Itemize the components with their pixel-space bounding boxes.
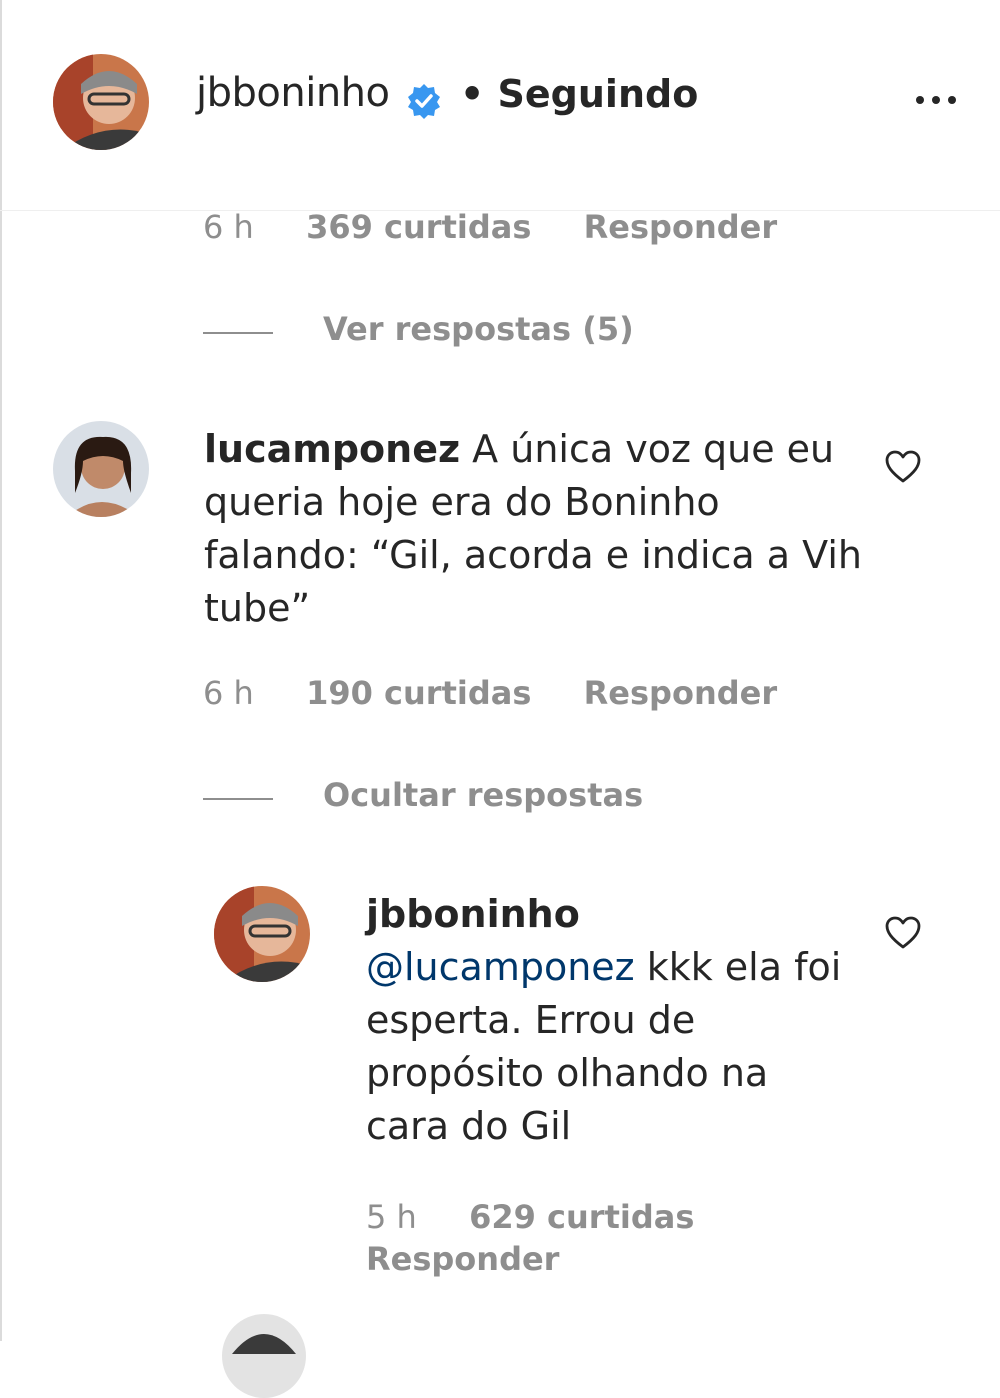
comment-meta: 6 h 190 curtidas Responder — [203, 674, 777, 712]
follow-status-button[interactable]: • Seguindo — [460, 72, 698, 116]
mention-link[interactable]: @lucamponez — [366, 945, 635, 989]
reply-button[interactable]: Responder — [584, 674, 777, 712]
comment-meta-top: 6 h 369 curtidas Responder — [203, 208, 777, 246]
reply-button[interactable]: Responder — [584, 208, 777, 246]
view-replies-label: Ver respostas (5) — [323, 310, 634, 348]
heart-icon[interactable] — [883, 447, 923, 487]
reply-text-line: kkk ela foi — [634, 945, 842, 989]
comment-text-line: tube” — [204, 586, 311, 630]
reply-text-line: cara do Gil — [366, 1104, 572, 1148]
avatar[interactable] — [53, 54, 149, 150]
more-icon[interactable] — [912, 80, 960, 120]
reply-username[interactable]: jbboninho — [366, 888, 866, 941]
avatar[interactable] — [214, 886, 310, 982]
divider-line — [203, 798, 273, 800]
reply-button[interactable]: Responder — [366, 1238, 694, 1280]
reply-meta: 5 h 629 curtidas Responder — [366, 1196, 694, 1280]
comment-username[interactable]: lucamponez — [204, 427, 460, 471]
post-header: jbboninho • Seguindo — [0, 0, 1000, 211]
comment-likes[interactable]: 190 curtidas — [306, 674, 531, 712]
divider-line — [203, 332, 273, 334]
comment-time[interactable]: 6 h — [203, 208, 254, 246]
reply-time[interactable]: 5 h — [366, 1198, 417, 1236]
reply-likes[interactable]: 629 curtidas — [469, 1198, 694, 1236]
heart-icon[interactable] — [883, 913, 923, 953]
comment-text-line: falando: “Gil, acorda e indica a Vih — [204, 533, 862, 577]
hide-replies-label: Ocultar respostas — [323, 776, 644, 814]
reply-text-line: propósito olhando na — [366, 1051, 769, 1095]
header-username[interactable]: jbboninho — [196, 70, 390, 116]
comment-likes[interactable]: 369 curtidas — [306, 208, 531, 246]
reply-text-line: esperta. Errou de — [366, 998, 696, 1042]
comment-text-line: queria hoje era do Boninho — [204, 480, 720, 524]
reply-body: jbboninho @lucamponez kkk ela foi espert… — [366, 888, 866, 1153]
comment-time[interactable]: 6 h — [203, 674, 254, 712]
comment-body: lucamponez A única voz que eu queria hoj… — [204, 423, 864, 635]
avatar[interactable] — [53, 421, 149, 517]
verified-badge-icon — [405, 82, 443, 120]
avatar[interactable] — [222, 1314, 306, 1398]
comment-text-line: A única voz que eu — [460, 427, 835, 471]
